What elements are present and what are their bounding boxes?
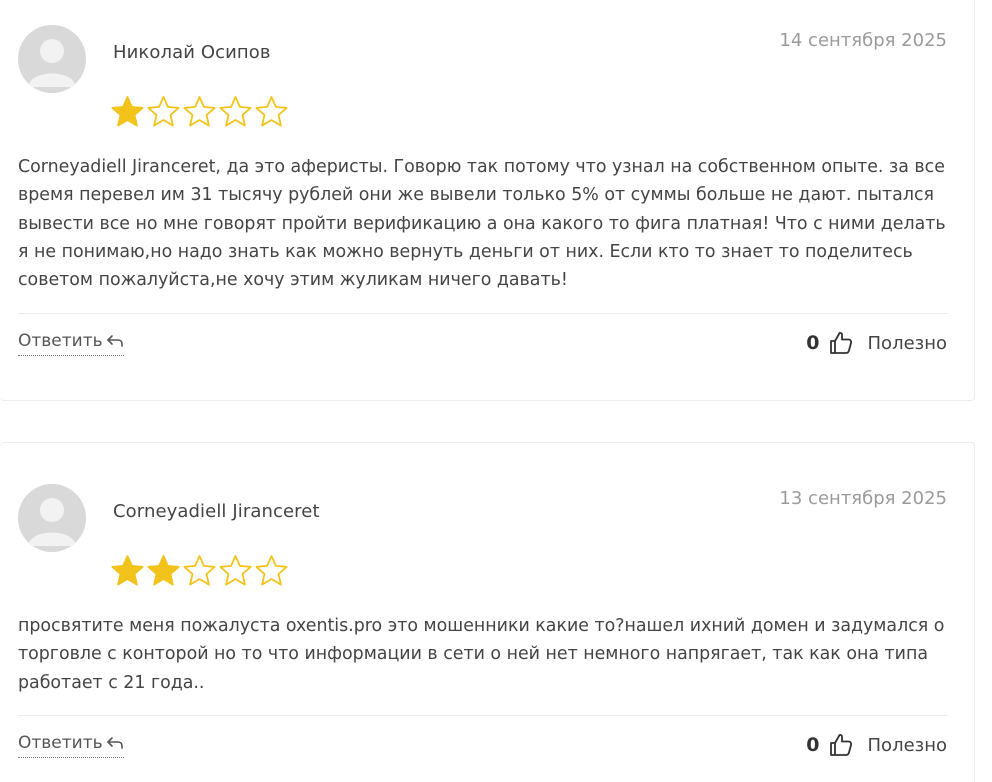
star-filled-icon (111, 96, 144, 127)
avatar (18, 25, 86, 93)
reply-arrow-icon (106, 737, 123, 749)
review-author: Corneyadiell Jiranceret (113, 501, 320, 522)
helpful-count: 0 (806, 734, 820, 756)
avatar (18, 484, 86, 552)
star-empty-icon (255, 555, 288, 586)
review-card: Corneyadiell Jiranceret 13 сентября 2025… (0, 442, 975, 782)
review-date: 13 сентября 2025 (779, 488, 947, 509)
reply-arrow-icon (106, 335, 123, 347)
thumbs-up-icon[interactable] (828, 330, 854, 356)
star-empty-icon (147, 96, 180, 127)
thumbs-up-icon[interactable] (828, 732, 854, 758)
reply-button[interactable]: Ответить (18, 733, 124, 758)
star-empty-icon (219, 96, 252, 127)
review-text: Corneyadiell Jiranceret, да это аферисты… (18, 157, 946, 291)
star-empty-icon (255, 96, 288, 127)
reply-button[interactable]: Ответить (18, 331, 124, 356)
divider (18, 313, 948, 314)
helpful-label: Полезно (867, 734, 947, 756)
helpful-count: 0 (806, 332, 820, 354)
review-text: просвятите меня пожалуста oxentis.pro эт… (18, 616, 945, 693)
reply-label: Ответить (18, 331, 103, 351)
review-card: Николай Осипов 14 сентября 2025 Corneyad… (0, 0, 975, 401)
helpful-block: 0 Полезно (806, 330, 947, 356)
star-empty-icon (183, 96, 216, 127)
star-rating (110, 554, 289, 588)
star-filled-icon (111, 555, 144, 586)
reply-label: Ответить (18, 733, 103, 753)
helpful-block: 0 Полезно (806, 732, 947, 758)
review-author: Николай Осипов (113, 42, 271, 63)
star-empty-icon (183, 555, 216, 586)
divider (18, 715, 948, 716)
star-empty-icon (219, 555, 252, 586)
reviews-page: Николай Осипов 14 сентября 2025 Corneyad… (0, 0, 992, 782)
review-date: 14 сентября 2025 (779, 30, 947, 51)
helpful-label: Полезно (867, 332, 947, 354)
star-filled-icon (147, 555, 180, 586)
star-rating (110, 95, 289, 129)
